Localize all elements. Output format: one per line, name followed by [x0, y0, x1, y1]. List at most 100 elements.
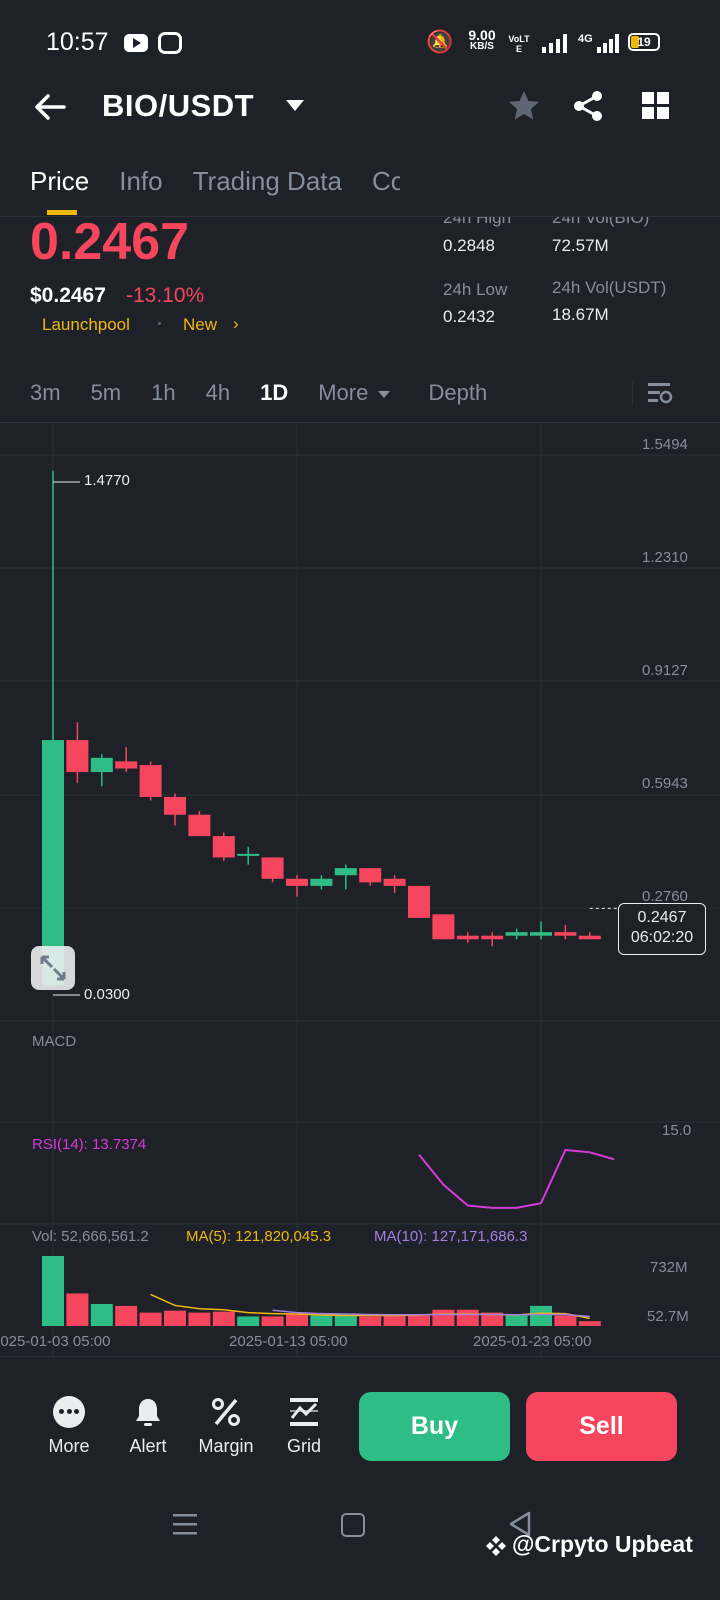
volume-bar [237, 1316, 260, 1326]
signal-icon [540, 32, 570, 54]
vol-quote-label: 24h Vol(USDT) [552, 278, 667, 297]
dropdown-caret-icon[interactable] [286, 100, 304, 111]
alert-label: Alert [129, 1436, 167, 1456]
volume-bar [383, 1315, 406, 1326]
app-notification-icon [158, 32, 182, 54]
volume-bar [66, 1293, 89, 1326]
share-icon[interactable] [570, 88, 606, 124]
kline-chart[interactable] [0, 422, 720, 1362]
grid-bot-icon [288, 1396, 320, 1428]
launchpool-tag[interactable]: Launchpool [42, 315, 130, 335]
candle-body [359, 868, 382, 883]
interval-depth[interactable]: Depth [428, 380, 487, 406]
signal-icon-2 [596, 32, 620, 54]
vol-axis-top: 732M [650, 1259, 688, 1276]
x-tick-1: 2025-01-03 05:00 [0, 1333, 111, 1350]
buy-button[interactable]: Buy [359, 1392, 510, 1461]
vol-quote-value: 18.67M [552, 305, 609, 324]
interval-divider [632, 382, 633, 406]
status-time: 10:57 [46, 28, 109, 56]
sell-button[interactable]: Sell [526, 1392, 677, 1461]
volume-bar [505, 1315, 528, 1326]
volume-bar [286, 1314, 308, 1326]
battery-level: 19 [637, 35, 651, 49]
candle-body [139, 764, 162, 797]
vol-label: Vol: 52,666,561.2 [32, 1228, 149, 1245]
candle-body [481, 935, 504, 940]
back-arrow-icon[interactable] [32, 90, 68, 124]
interval-3m[interactable]: 3m [30, 380, 61, 406]
new-tag[interactable]: New [183, 315, 217, 335]
candle-body [554, 932, 577, 936]
volume-bar [408, 1314, 430, 1326]
mute-icon: 🔕 [426, 30, 454, 55]
volume-bar [42, 1256, 64, 1326]
interval-1d[interactable]: 1D [260, 380, 288, 406]
interval-more-label: More [318, 380, 369, 405]
current-price-box[interactable]: 0.2467 06:02:20 [618, 903, 706, 955]
volume-bar [432, 1309, 455, 1326]
volume-bar [90, 1304, 113, 1326]
recents-nav-icon[interactable] [172, 1512, 198, 1536]
network-type: 4G [578, 33, 593, 45]
alert-button[interactable]: Alert [108, 1396, 188, 1466]
interval-1h[interactable]: 1h [151, 380, 175, 406]
candle-body [286, 878, 308, 886]
ma10-label: MA(10): 127,171,686.3 [374, 1228, 528, 1245]
more-button[interactable]: More [29, 1396, 109, 1466]
price-change: -13.10% [126, 284, 205, 307]
volte-badge: VoLTE [508, 34, 530, 54]
current-price-label: 0.2467 [637, 909, 687, 926]
candle-body [505, 932, 528, 936]
bell-icon [132, 1396, 164, 1428]
candle-body [164, 796, 186, 815]
volume-bar [261, 1316, 284, 1326]
chevron-right-icon[interactable]: › [233, 314, 239, 334]
chart-settings-icon[interactable] [646, 380, 674, 408]
last-price: 0.2467 [30, 213, 190, 271]
candle-body [310, 878, 333, 886]
rsi-axis-label: 15.0 [662, 1122, 692, 1139]
candle-body [408, 885, 430, 918]
candle-body [66, 740, 89, 773]
tab-price[interactable]: Price [30, 166, 89, 197]
fullscreen-icon[interactable] [31, 946, 75, 990]
y-tick-3: 0.9127 [642, 662, 688, 679]
y-tick-1: 1.5494 [642, 436, 688, 453]
interval-more[interactable]: More [318, 380, 391, 406]
volume-bar [164, 1310, 186, 1326]
watermark-logo-icon [484, 1534, 508, 1558]
ticker-clip [400, 160, 720, 216]
volume-bar [530, 1305, 552, 1326]
rsi-line [418, 1148, 615, 1209]
grid-icon[interactable] [642, 92, 670, 120]
volume-bar [334, 1314, 357, 1326]
vol-base-value: 72.57M [552, 236, 609, 255]
candle-body [432, 914, 455, 940]
interval-4h[interactable]: 4h [206, 380, 230, 406]
volume-bar [188, 1312, 211, 1326]
y-tick-2: 1.2310 [642, 549, 688, 566]
interval-5m[interactable]: 5m [91, 380, 122, 406]
home-nav-icon[interactable] [341, 1513, 365, 1537]
candle-body [90, 757, 113, 773]
pair-title[interactable]: BIO/USDT [102, 88, 254, 124]
usd-price: $0.2467 [30, 284, 106, 307]
interval-bar: 3m 5m 1h 4h 1D More Depth [30, 380, 517, 406]
low-label: 24h Low [443, 280, 508, 299]
net-speed-value: 9.00 [468, 27, 496, 43]
grid-button[interactable]: Grid [264, 1396, 344, 1466]
tab-info[interactable]: Info [119, 166, 162, 197]
candle-body [188, 814, 211, 837]
margin-button[interactable]: Margin [186, 1396, 266, 1466]
tag-separator [158, 322, 161, 325]
more-label: More [48, 1436, 90, 1456]
tab-trading-data[interactable]: Trading Data [193, 166, 342, 197]
star-icon[interactable] [506, 88, 542, 124]
volume-bar [212, 1311, 235, 1326]
macd-label: MACD [32, 1033, 77, 1050]
more-caret-icon [378, 390, 391, 398]
youtube-icon [124, 34, 148, 52]
ma5-label: MA(5): 121,820,045.3 [186, 1228, 332, 1245]
grid-label: Grid [286, 1436, 321, 1456]
